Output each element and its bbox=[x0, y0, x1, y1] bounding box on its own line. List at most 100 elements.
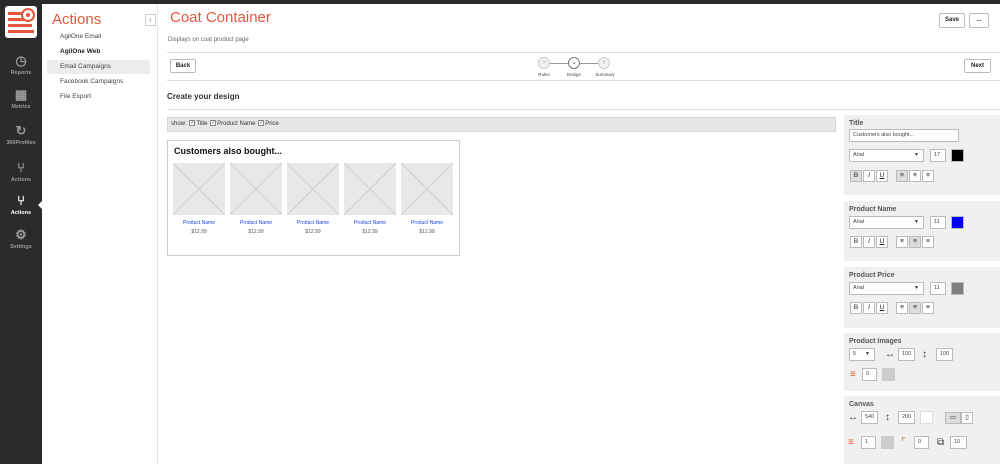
product-name-color-swatch[interactable] bbox=[951, 216, 964, 229]
subnav-item-email-campaigns[interactable]: Email Campaigns bbox=[47, 60, 150, 74]
price-option-label: Price bbox=[265, 121, 279, 127]
rail-item-metrics[interactable]: ▦ Metrics bbox=[0, 86, 42, 120]
product-name-checkbox[interactable]: ✓ bbox=[210, 119, 217, 126]
rail-item-reports[interactable]: ◷ Reports bbox=[0, 52, 42, 86]
more-button[interactable]: ... bbox=[969, 13, 989, 28]
italic-button[interactable]: I bbox=[863, 302, 875, 314]
back-button[interactable]: Back bbox=[170, 59, 196, 73]
save-button[interactable]: Save bbox=[939, 13, 965, 28]
canvas-border-input[interactable]: 1 bbox=[861, 436, 876, 449]
grid-icon: ▦ bbox=[14, 87, 28, 102]
product-card[interactable]: Product Name $12.99 bbox=[173, 163, 225, 235]
subnav-item-facebook-campaigns[interactable]: Facebook Campaigns bbox=[47, 75, 150, 89]
rail-item-actions-b[interactable]: ⑂ Actions bbox=[0, 192, 42, 226]
product-card[interactable]: Product Name $12.99 bbox=[344, 163, 396, 235]
rail-item-label: Actions bbox=[10, 210, 32, 216]
title-text-input[interactable]: Customers also bought... bbox=[849, 129, 959, 142]
image-width-input[interactable]: 100 bbox=[898, 348, 915, 361]
collapse-button[interactable]: ‹ bbox=[145, 14, 156, 26]
image-count-select[interactable]: 5 ▼ bbox=[849, 348, 875, 361]
bold-button[interactable]: B bbox=[850, 170, 862, 182]
product-name-font-select[interactable]: Arial ▼ bbox=[849, 216, 924, 229]
subnav-item-file-export[interactable]: File Export bbox=[47, 90, 150, 104]
product-image-placeholder bbox=[230, 163, 282, 215]
title-font-select[interactable]: Arial ▼ bbox=[849, 149, 924, 162]
height-icon: ↕ bbox=[922, 349, 927, 360]
rail-item-label: Reports bbox=[10, 70, 32, 76]
product-price: $12.99 bbox=[419, 229, 435, 235]
canvas-height-input[interactable]: 200 bbox=[898, 411, 915, 424]
product-card[interactable]: Product Name $12.99 bbox=[230, 163, 282, 235]
panel-heading: Product Images bbox=[849, 338, 902, 345]
dropdown-arrow-icon: ▼ bbox=[914, 219, 919, 225]
underline-button[interactable]: U bbox=[876, 236, 888, 248]
title-size-input[interactable]: 17 bbox=[930, 149, 946, 162]
canvas-bg-color-swatch[interactable] bbox=[920, 411, 933, 424]
show-label: show: bbox=[171, 121, 187, 127]
rail-item-settings[interactable]: ⚙ Settings bbox=[0, 226, 42, 260]
step-rules[interactable]: › bbox=[538, 57, 550, 69]
main-content: Coat Container Displays on coat product … bbox=[158, 4, 1000, 464]
bold-button[interactable]: B bbox=[850, 236, 862, 248]
align-left-icon[interactable]: ≡ bbox=[896, 236, 908, 248]
rail-item-actions-a[interactable]: ⑂ Actions bbox=[0, 159, 42, 193]
panel-heading: Product Price bbox=[849, 272, 895, 279]
italic-button[interactable]: I bbox=[863, 170, 875, 182]
step-label-rules: Rules bbox=[538, 72, 550, 77]
border-width-icon: ≡ bbox=[848, 437, 854, 448]
align-center-icon[interactable]: ≡ bbox=[909, 170, 921, 182]
align-right-icon[interactable]: ≡ bbox=[922, 236, 934, 248]
align-center-icon[interactable]: ≡ bbox=[909, 236, 921, 248]
next-button[interactable]: Next bbox=[964, 59, 991, 73]
canvas-settings-panel: Canvas ↔ 540 ↕ 200 ▭ ▯ ≡ 1 ⌜ 0 ⧉ 10 bbox=[844, 396, 1000, 464]
rail-item-360profiles[interactable]: ↻ 360Profiles bbox=[0, 122, 42, 156]
canvas-width-input[interactable]: 540 bbox=[861, 411, 878, 424]
align-right-icon[interactable]: ≡ bbox=[922, 302, 934, 314]
panel-heading: Title bbox=[849, 120, 864, 127]
step-connector bbox=[580, 63, 598, 64]
product-name: Product Name bbox=[183, 220, 215, 226]
italic-button[interactable]: I bbox=[863, 236, 875, 248]
canvas-padding-input[interactable]: 10 bbox=[950, 436, 967, 449]
product-card[interactable]: Product Name $12.99 bbox=[401, 163, 453, 235]
rail-item-label: 360Profiles bbox=[6, 140, 36, 146]
product-name-size-input[interactable]: 11 bbox=[930, 216, 946, 229]
product-price: $12.99 bbox=[248, 229, 264, 235]
title-color-swatch[interactable] bbox=[951, 149, 964, 162]
image-border-color-swatch[interactable] bbox=[882, 368, 895, 381]
vertical-layout-icon[interactable]: ▯ bbox=[961, 412, 973, 424]
product-price-font-select[interactable]: Arial ▼ bbox=[849, 282, 924, 295]
title-checkbox[interactable]: ✓ bbox=[189, 119, 196, 126]
step-connector bbox=[550, 63, 568, 64]
product-price-size-input[interactable]: 11 bbox=[930, 282, 946, 295]
title-option-label: Title bbox=[196, 121, 208, 127]
align-left-icon[interactable]: ≡ bbox=[896, 302, 908, 314]
app-logo[interactable] bbox=[5, 6, 37, 38]
underline-button[interactable]: U bbox=[876, 170, 888, 182]
width-icon: ↔ bbox=[885, 349, 895, 360]
step-summary[interactable]: › bbox=[598, 57, 610, 69]
product-price-settings-panel: Product Price Arial ▼ 11 B I U ≡ ≡ ≡ bbox=[844, 267, 1000, 328]
price-checkbox[interactable]: ✓ bbox=[258, 119, 265, 126]
horizontal-layout-icon[interactable]: ▭ bbox=[945, 412, 961, 424]
underline-button[interactable]: U bbox=[876, 302, 888, 314]
product-price-color-swatch[interactable] bbox=[951, 282, 964, 295]
dropdown-arrow-icon: ▼ bbox=[914, 285, 919, 291]
align-right-icon[interactable]: ≡ bbox=[922, 170, 934, 182]
canvas-radius-input[interactable]: 0 bbox=[914, 436, 929, 449]
image-border-input[interactable]: 0 bbox=[862, 368, 877, 381]
bold-button[interactable]: B bbox=[850, 302, 862, 314]
recommendation-preview[interactable]: Customers also bought... Product Name $1… bbox=[167, 140, 460, 256]
panel-heading: Product Name bbox=[849, 206, 897, 213]
page-title: Coat Container bbox=[170, 9, 271, 26]
product-card[interactable]: Product Name $12.99 bbox=[287, 163, 339, 235]
image-height-input[interactable]: 100 bbox=[936, 348, 953, 361]
corner-radius-icon: ⌜ bbox=[901, 437, 906, 448]
subnav-item-agilone-email[interactable]: AgilOne Email bbox=[47, 30, 150, 44]
align-left-icon[interactable]: ≡ bbox=[896, 170, 908, 182]
step-design[interactable]: ⌄ bbox=[568, 57, 580, 69]
subnav-item-agilone-web[interactable]: AgilOne Web bbox=[47, 45, 150, 59]
branch-check-icon: ⑂ bbox=[17, 193, 25, 208]
align-center-icon[interactable]: ≡ bbox=[909, 302, 921, 314]
canvas-border-color-swatch[interactable] bbox=[881, 436, 894, 449]
